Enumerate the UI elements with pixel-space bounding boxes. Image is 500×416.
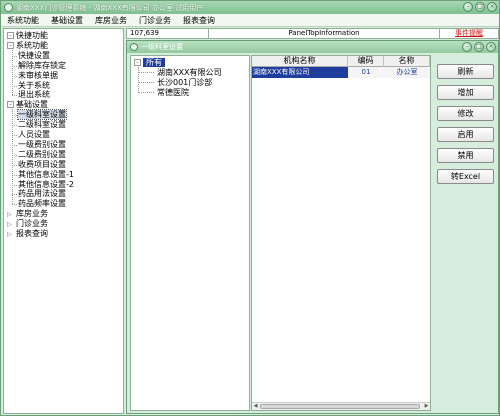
tree-item[interactable]: - 快捷功能 <box>7 31 48 41</box>
tree-item[interactable]: 解除库存锁定 <box>18 61 66 71</box>
collapse-icon[interactable]: - <box>134 59 141 66</box>
child-window-icon <box>130 43 138 51</box>
cell-name[interactable]: 办公室 <box>384 67 430 78</box>
enable-button[interactable]: 启用 <box>437 127 494 142</box>
table-header: 机构名称 编码 名称 <box>252 56 430 67</box>
maximize-button[interactable]: □ <box>475 2 485 12</box>
tree-item[interactable]: 药品用法设置 <box>18 189 66 199</box>
tree-item[interactable]: 一级科室设置 <box>17 109 67 121</box>
tree-item[interactable]: - 基础设置 <box>7 100 48 110</box>
tree-item-label: 退出系统 <box>18 90 50 100</box>
tree-item[interactable]: 其他信息设置-1 <box>18 170 74 180</box>
child-title-bar: 一级科室设置 – □ × <box>127 41 498 53</box>
info-strip: 107,639 PanelTopInformation 事件提醒 <box>126 28 499 39</box>
tree-item[interactable]: ▷ 报表查询 <box>7 229 48 239</box>
tree-item-label: 人员设置 <box>18 130 50 139</box>
tree-item-label: 其他信息设置-1 <box>18 169 74 179</box>
tree-item-label: 门诊业务 <box>16 219 48 229</box>
tree-item-label: 快捷功能 <box>16 31 48 40</box>
memory-readout: 107,639 <box>127 29 209 38</box>
column-header-code[interactable]: 编码 <box>348 56 384 67</box>
add-button[interactable]: 增加 <box>437 85 494 100</box>
cell-org-name[interactable]: 湖南XXX有限公司 <box>252 67 348 78</box>
org-tree-item[interactable]: 湖南XXX有限公司 <box>157 68 221 78</box>
tree-item[interactable]: 退出系统 <box>18 90 50 100</box>
org-tree-item[interactable]: 长沙001门诊部 <box>157 78 212 88</box>
scroll-left-icon[interactable]: ◀ <box>252 403 259 410</box>
menu-basic-settings[interactable]: 基础设置 <box>45 14 89 26</box>
collapse-icon[interactable]: - <box>7 32 14 39</box>
horizontal-scrollbar[interactable]: ◀ ▶ <box>252 402 430 410</box>
tree-item[interactable]: 二级科室设置 <box>18 120 66 130</box>
tree-item[interactable]: 收费项目设置 <box>18 160 66 170</box>
org-tree-label: 湖南XXX有限公司 <box>157 68 222 77</box>
tree-item-label: 二级科室设置 <box>18 120 66 130</box>
tree-item-label: 关于系统 <box>18 80 50 90</box>
tree-item-label: 一级费别设置 <box>18 139 66 149</box>
main-window: 湖南XXX门诊管理系统 - 湖南XXX有限公司 办公室 试用用户 – □ × 系… <box>0 0 500 416</box>
child-window-title: 一级科室设置 <box>141 43 183 51</box>
child-maximize-button[interactable]: □ <box>474 42 484 52</box>
child-minimize-button[interactable]: – <box>462 42 472 52</box>
tree-item[interactable]: 关于系统 <box>18 81 50 91</box>
org-tree-label: 所有 <box>143 58 165 67</box>
column-header-org-name[interactable]: 机构名称 <box>252 56 348 67</box>
tree-item-label: 其他信息设置-2 <box>18 179 74 189</box>
disable-button[interactable]: 禁用 <box>437 148 494 163</box>
tree-item[interactable]: 一级费别设置 <box>18 140 66 150</box>
tree-item-label: 解除库存锁定 <box>18 60 66 70</box>
tree-item[interactable]: 人员设置 <box>18 130 50 140</box>
tree-item-label: 快捷设置 <box>18 50 50 60</box>
column-header-name[interactable]: 名称 <box>384 56 430 67</box>
tree-item[interactable]: 快捷设置 <box>18 51 50 61</box>
menu-warehouse[interactable]: 库房业务 <box>89 14 133 26</box>
tree-item[interactable]: - 系统功能 <box>7 41 48 51</box>
window-title: 湖南XXX门诊管理系统 - 湖南XXX有限公司 办公室 试用用户 <box>16 3 204 12</box>
organization-tree: - 所有 湖南XXX有限公司 长沙001门诊部 常德医院 <box>130 55 250 411</box>
org-tree-label: 长沙001门诊部 <box>157 78 213 87</box>
tree-item-label: 基础设置 <box>16 100 48 110</box>
event-reminder-link[interactable]: 事件提醒 <box>440 29 498 38</box>
expand-arrow-icon[interactable]: ▷ <box>7 230 14 240</box>
tree-item-label: 收费项目设置 <box>18 159 66 169</box>
child-close-button[interactable]: × <box>486 42 496 52</box>
table-row[interactable]: 湖南XXX有限公司 01 办公室 <box>252 67 430 78</box>
tree-item[interactable]: 未审核单据 <box>18 71 58 81</box>
tree-item[interactable]: 药品频率设置 <box>18 199 66 209</box>
org-tree-label: 常德医院 <box>157 88 189 97</box>
department-settings-window: 一级科室设置 – □ × - 所有 湖南XXX有限公司 长沙001门诊部 常德医院 机构… <box>126 40 499 414</box>
panel-top-information: PanelTopInformation <box>209 29 440 38</box>
menu-reports[interactable]: 报表查询 <box>177 14 221 26</box>
collapse-icon[interactable]: - <box>7 101 14 109</box>
minimize-button[interactable]: – <box>463 2 473 12</box>
tree-item[interactable]: 其他信息设置-2 <box>18 180 74 190</box>
menu-system[interactable]: 系统功能 <box>1 14 45 26</box>
close-button[interactable]: × <box>487 2 497 12</box>
tree-item-label: 药品频率设置 <box>18 199 66 209</box>
tree-item-label: 一级科室设置 <box>17 109 67 121</box>
tree-item-label: 未审核单据 <box>18 70 58 80</box>
scroll-right-icon[interactable]: ▶ <box>423 403 430 410</box>
department-table: 机构名称 编码 名称 湖南XXX有限公司 01 办公室 ◀ ▶ <box>251 55 431 411</box>
tree-item[interactable]: 二级费别设置 <box>18 150 66 160</box>
tree-item-label: 报表查询 <box>16 229 48 238</box>
org-tree-item[interactable]: 常德医院 <box>157 88 189 98</box>
scrollbar-thumb[interactable] <box>260 404 420 409</box>
export-excel-button[interactable]: 转Excel <box>437 169 494 184</box>
tree-item-label: 二级费别设置 <box>18 149 66 159</box>
collapse-icon[interactable]: - <box>7 41 14 49</box>
tree-item-label: 药品用法设置 <box>18 189 66 199</box>
tree-item[interactable]: ▷ 门诊业务 <box>7 219 48 229</box>
cell-code[interactable]: 01 <box>348 67 384 78</box>
navigation-tree: - 快捷功能 - 系统功能 快捷设置 解除库存锁定 未审核单据 关于系统 退出系统 - 基础设置 一级… <box>3 28 124 414</box>
menu-bar: 系统功能 基础设置 库房业务 门诊业务 报表查询 <box>1 14 499 27</box>
title-bar: 湖南XXX门诊管理系统 - 湖南XXX有限公司 办公室 试用用户 – □ × <box>1 1 499 14</box>
edit-button[interactable]: 修改 <box>437 106 494 121</box>
tree-item-label: 系统功能 <box>16 40 48 50</box>
menu-clinic[interactable]: 门诊业务 <box>133 14 177 26</box>
tree-item[interactable]: ▷ 库房业务 <box>7 209 48 219</box>
refresh-button[interactable]: 刷新 <box>437 64 494 79</box>
app-icon <box>4 3 13 12</box>
tree-item-label: 库房业务 <box>16 209 48 219</box>
